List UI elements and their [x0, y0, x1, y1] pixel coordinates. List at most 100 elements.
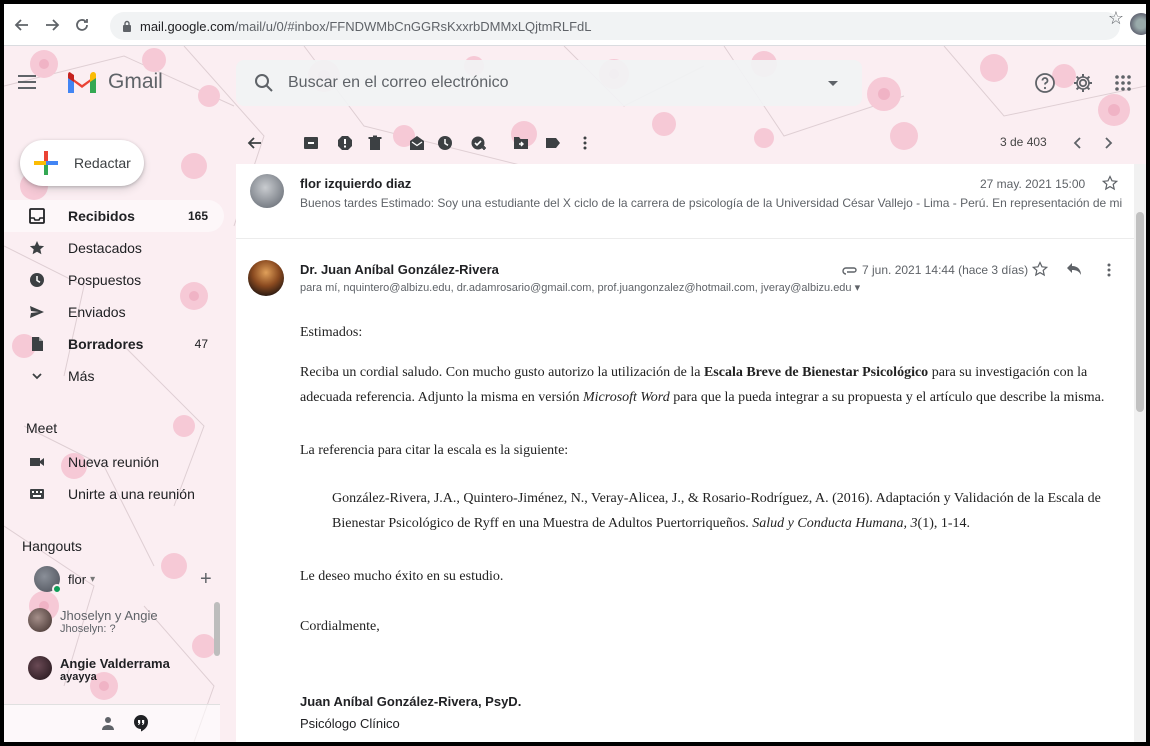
avatar: [250, 174, 284, 208]
add-task-icon[interactable]: [470, 134, 488, 152]
mark-unread-icon[interactable]: [408, 134, 426, 152]
citation-text: (1), 1-14.: [917, 516, 971, 531]
older-chevron-right-icon[interactable]: [1100, 134, 1118, 152]
newer-chevron-left-icon[interactable]: [1068, 134, 1086, 152]
add-chat-plus-icon[interactable]: +: [200, 568, 212, 591]
draft-icon: [28, 335, 46, 353]
contacts-person-icon[interactable]: [100, 715, 116, 731]
star-toggle-icon[interactable]: [1032, 261, 1048, 277]
sidebar-item-label: Enviados: [68, 304, 126, 320]
thread-scrollbar-track[interactable]: [1134, 164, 1146, 742]
gmail-wordmark[interactable]: Gmail: [108, 70, 163, 94]
url-path: /mail/u/0/#inbox/FFNDWMbCnGGRsKxxrbDMMxL…: [234, 18, 592, 34]
paragraph-wishes: Le deseo mucho éxito en su estudio.: [300, 569, 504, 584]
apps-grid-icon[interactable]: [1112, 72, 1134, 94]
sidebar-item-join-meeting[interactable]: Unirte a una reunión: [4, 478, 224, 510]
move-to-icon[interactable]: [512, 134, 530, 152]
user-caret-icon[interactable]: ▾: [90, 574, 95, 585]
message-snippet[interactable]: Buenos tardes Estimado: Soy una estudian…: [300, 196, 1126, 210]
archive-icon[interactable]: [302, 134, 320, 152]
send-icon: [28, 303, 46, 321]
greeting: Estimados:: [300, 325, 363, 340]
hangouts-conversation[interactable]: Jhoselyn y Angie Jhoselyn: ?: [4, 608, 214, 635]
message-more-icon[interactable]: [1106, 262, 1112, 278]
sender-name[interactable]: Dr. Juan Aníbal González-Rivera: [300, 262, 499, 277]
meet-section-title: Meet: [26, 420, 58, 436]
signature-title: Psicólogo Clínico: [300, 716, 400, 731]
bookmark-star-icon[interactable]: ☆: [1108, 8, 1124, 29]
search-placeholder: Buscar en el correo electrónico: [288, 74, 509, 91]
recipients-text: para mí, nquintero@albizu.edu, dr.adamro…: [300, 282, 852, 294]
snooze-clock-icon[interactable]: [436, 134, 454, 152]
hangouts-section-title: Hangouts: [22, 538, 82, 554]
recipients-caret-icon[interactable]: ▾: [855, 282, 860, 294]
hangouts-footer: [4, 704, 220, 742]
citation-text: Bienestar Psicológico de Ryff en una Mue…: [332, 516, 753, 531]
sidebar-item-drafts[interactable]: Borradores 47: [4, 328, 224, 360]
hangouts-conversation[interactable]: Angie Valderrama ayayya: [4, 656, 214, 683]
star-toggle-icon[interactable]: [1102, 175, 1118, 191]
sidebar-item-starred[interactable]: Destacados: [4, 232, 224, 264]
sidebar-item-snoozed[interactable]: Pospuestos: [4, 264, 224, 296]
address-bar[interactable]: mail.google.com/mail/u/0/#inbox/FFNDWMbC…: [110, 12, 1120, 40]
recipients-line[interactable]: para mí, nquintero@albizu.edu, dr.adamro…: [300, 281, 860, 294]
video-icon: [28, 453, 46, 471]
unread-count: 165: [187, 209, 208, 223]
hangouts-username: flor: [68, 571, 87, 587]
report-spam-icon[interactable]: [336, 134, 354, 152]
star-icon: [28, 239, 46, 257]
browser-profile-avatar[interactable]: [1130, 13, 1146, 35]
conversation-preview: ayayya: [60, 671, 97, 683]
signature-name: Juan Aníbal González-Rivera, PsyD.: [300, 694, 522, 709]
sidebar-item-label: Nueva reunión: [68, 454, 160, 470]
message-date: 7 jun. 2021 14:44 (hace 3 días): [862, 263, 1029, 277]
back-arrow-icon[interactable]: [10, 13, 34, 37]
clock-icon: [28, 271, 46, 289]
settings-gear-icon[interactable]: [1072, 72, 1094, 94]
sidebar-item-label: Unirte a una reunión: [68, 486, 195, 502]
sidebar-item-label: Pospuestos: [68, 272, 142, 288]
p1-text: adecuada referencia. Adjunto la misma en…: [300, 390, 583, 405]
reload-icon[interactable]: [70, 13, 94, 37]
paragraph-reference-intro: La referencia para citar la escala es la…: [300, 443, 569, 458]
paragraph-authorization: Reciba un cordial saludo. Con mucho gust…: [300, 360, 1120, 410]
back-to-inbox-arrow-icon[interactable]: [246, 134, 264, 152]
sidebar-item-more[interactable]: Más: [4, 360, 224, 392]
reply-icon[interactable]: [1066, 262, 1082, 276]
help-icon[interactable]: [1034, 72, 1056, 94]
label-icon[interactable]: [544, 134, 562, 152]
compose-plus-icon: [34, 151, 58, 175]
compose-button[interactable]: Redactar: [20, 140, 144, 186]
more-options-icon[interactable]: [576, 134, 594, 152]
sidebar-item-new-meeting[interactable]: Nueva reunión: [4, 446, 224, 478]
sidebar-item-inbox[interactable]: Recibidos 165: [4, 200, 224, 232]
message-date: 27 may. 2021 15:00: [980, 177, 1086, 191]
software-name: Microsoft Word: [583, 390, 670, 405]
delete-trash-icon[interactable]: [366, 134, 384, 152]
p1-text: para su investigación con la: [928, 365, 1088, 380]
sender-name[interactable]: flor izquierdo diaz: [300, 176, 411, 191]
compose-label: Redactar: [74, 155, 131, 171]
sidebar-item-label: Borradores: [68, 336, 144, 352]
email-thread-panel: flor izquierdo diaz 27 may. 2021 15:00 B…: [236, 164, 1146, 742]
main-menu-icon[interactable]: [18, 74, 38, 90]
url-host: mail.google.com: [140, 18, 235, 34]
gmail-logo-icon[interactable]: [66, 69, 98, 95]
search-options-caret-icon[interactable]: [828, 80, 838, 86]
chevron-down-icon: [28, 367, 46, 385]
avatar: [34, 566, 62, 594]
pagination-count: 3 de 403: [1000, 135, 1047, 149]
forward-arrow-icon[interactable]: [40, 13, 64, 37]
hangouts-self[interactable]: flor ▾ +: [4, 566, 214, 594]
conversation-preview: Jhoselyn: ?: [60, 623, 116, 635]
search-icon[interactable]: [254, 73, 274, 93]
hangouts-chat-icon[interactable]: [132, 714, 150, 732]
sidebar-item-sent[interactable]: Enviados: [4, 296, 224, 328]
online-status-dot: [52, 584, 62, 594]
search-input[interactable]: Buscar en el correo electrónico: [236, 60, 862, 106]
thread-scrollbar-thumb[interactable]: [1136, 212, 1144, 412]
avatar: [28, 656, 52, 680]
draft-count: 47: [194, 337, 208, 351]
hangouts-scrollbar[interactable]: [214, 602, 220, 656]
p1-text: Reciba un cordial saludo. Con mucho gust…: [300, 365, 704, 380]
